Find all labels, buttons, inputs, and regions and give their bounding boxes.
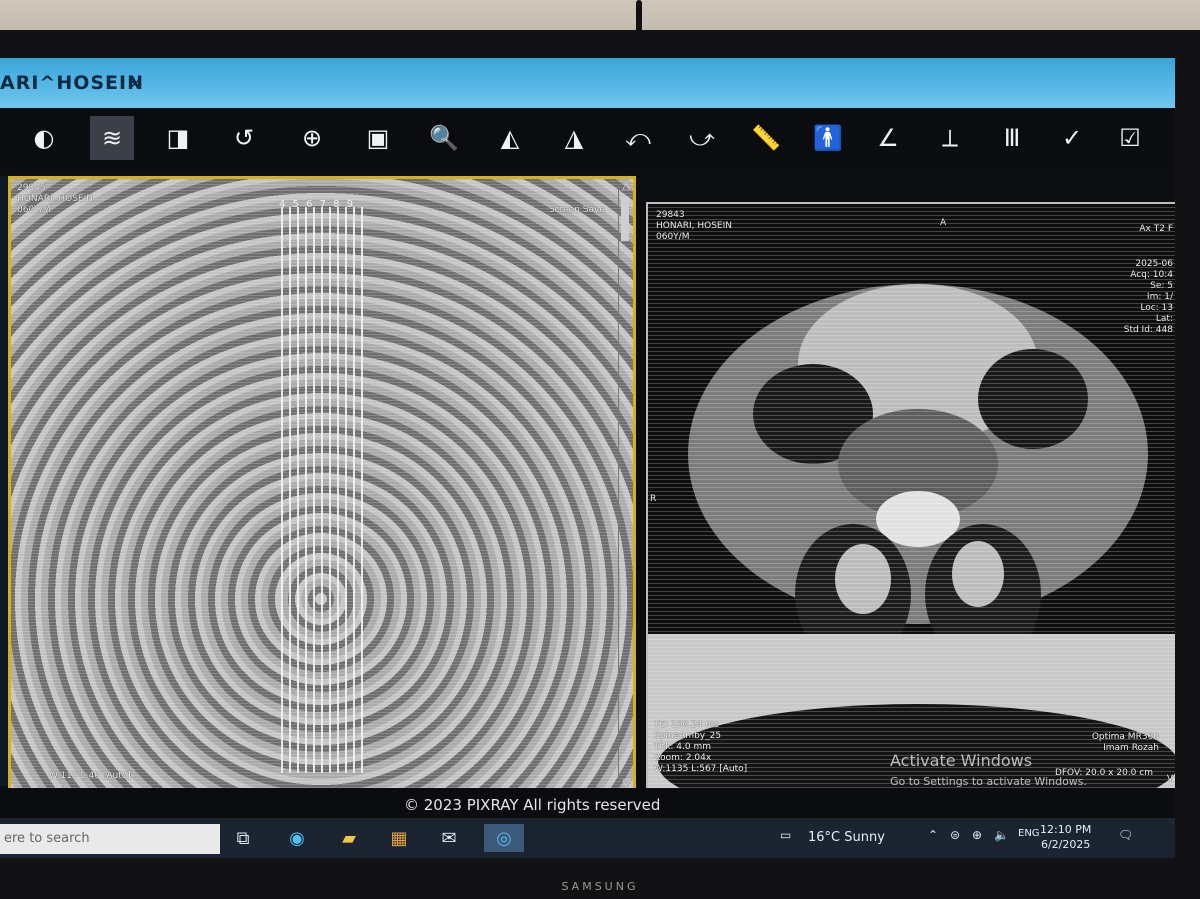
taskbar-search-input[interactable]: ere to search xyxy=(0,824,220,854)
clock-date: 6/2/2025 xyxy=(1040,838,1091,851)
viewport-right[interactable]: 29843 HONARI, HOSEIN 060Y/M A R Ax T2 F … xyxy=(646,202,1175,790)
pixray-app-icon[interactable]: ◎ xyxy=(484,824,524,852)
patient-tab-title[interactable]: ARI^HOSEIN xyxy=(0,72,144,94)
fit-icon[interactable]: ▣ xyxy=(356,116,400,160)
scroll-thumb-left[interactable] xyxy=(621,197,629,241)
patient-id: 29843 xyxy=(656,210,685,220)
patient-age-sex: 060Y/M xyxy=(656,232,690,242)
language-indicator[interactable]: ENG xyxy=(1018,828,1040,839)
patient-name: HONARI, HOSEIN xyxy=(656,221,733,231)
activate-windows-title: Activate Windows xyxy=(890,751,1033,770)
network-icon[interactable]: ⊜ xyxy=(950,828,960,842)
scroll-down-icon[interactable]: V xyxy=(1167,774,1173,785)
flip-horizontal-icon[interactable]: ◭ xyxy=(488,116,532,160)
study-date: 2025-06 xyxy=(1135,259,1173,269)
check-icon[interactable]: ✓ xyxy=(1050,116,1094,160)
screen-save-label[interactable]: Screen Save xyxy=(549,205,605,216)
angle-icon[interactable]: ∠ xyxy=(866,116,910,160)
zoom-in-icon[interactable]: ⊕ xyxy=(290,116,334,160)
slice-thickness: Thk: 4.0 mm xyxy=(654,742,712,752)
windows-taskbar: ere to search ⧉ ◉ ▰ ▦ ✉ ◎ ▭ 16°C Sunny ⌃… xyxy=(0,818,1175,858)
notifications-icon[interactable]: 🗨 xyxy=(1118,828,1133,842)
rotate-icon[interactable]: ↺ xyxy=(222,116,266,160)
store-icon[interactable]: ▦ xyxy=(384,824,414,852)
scrollbar-left[interactable] xyxy=(618,183,631,787)
reference-lines xyxy=(281,207,367,773)
rotate-right-icon[interactable]: ⤻ xyxy=(680,116,724,160)
weather-text[interactable]: 16°C Sunny xyxy=(808,830,885,845)
protocol-name: SpineAmby_25 xyxy=(654,731,722,741)
patient-info-left: 29845 HONARI, HOSEIN 060Y/M xyxy=(17,183,93,216)
orientation-left: R xyxy=(650,494,657,504)
magnifier-icon[interactable]: 🔍 xyxy=(422,116,466,160)
viewport-left[interactable]: 4 5 6 7 8 9 29845 HONARI, HOSEIN 060Y/M … xyxy=(8,176,636,794)
globe-icon[interactable]: ⊕ xyxy=(972,828,982,842)
spine-label-icon[interactable]: Ⅲ xyxy=(990,116,1034,160)
acquisition-params: TE: 100.24 ms SpineAmby_25 Thk: 4.0 mm Z… xyxy=(654,720,747,775)
echo-time: TE: 100.24 ms xyxy=(654,720,719,730)
tab-close-icon[interactable]: × xyxy=(128,74,141,93)
orientation-top: A xyxy=(940,218,947,228)
brightness-icon[interactable]: ◐ xyxy=(22,116,66,160)
rotate-left-icon[interactable]: ⤺ xyxy=(616,116,660,160)
layers-icon[interactable]: ≋ xyxy=(90,116,134,160)
invert-icon[interactable]: ◨ xyxy=(156,116,200,160)
mail-icon[interactable]: ✉ xyxy=(434,824,464,852)
checkbox-icon[interactable]: ☑ xyxy=(1108,116,1152,160)
series-description: Ax T2 F xyxy=(1139,224,1173,234)
study-info-right: Ax T2 F 2025-06 Acq: 10:4 Se: 5 Im: 1/ L… xyxy=(1124,224,1173,336)
slice-location: Loc: 13 xyxy=(1140,303,1173,313)
ruler-icon[interactable]: 📏 xyxy=(744,116,788,160)
taskbar-clock[interactable]: 12:10 PM 6/2/2025 xyxy=(1040,822,1091,852)
window-level-readout: W:1135 L:567 [Auto] xyxy=(654,764,748,774)
series-number: Se: 5 xyxy=(1150,281,1173,291)
flip-vertical-icon[interactable]: ◮ xyxy=(552,116,596,160)
edge-browser-icon[interactable]: ◉ xyxy=(282,824,312,852)
copyright-text: © 2023 PIXRAY All rights reserved xyxy=(404,796,661,814)
reference-line-numbers: 4 5 6 7 8 9 xyxy=(279,199,356,210)
monitor-brand-logo: SAMSUNG xyxy=(561,880,639,893)
activate-windows-subtitle: Go to Settings to activate Windows. xyxy=(890,775,1088,788)
study-id: Std Id: 448 xyxy=(1123,325,1173,335)
window-level-readout: W:115 L:40 [Auto] xyxy=(49,771,131,781)
zoom-level: Zoom: 2.04x xyxy=(654,753,712,763)
screen-scanlines xyxy=(648,204,1175,788)
weather-icon[interactable]: ▭ xyxy=(780,828,791,842)
figure-icon[interactable]: 🚹 xyxy=(806,116,850,160)
cobb-angle-icon[interactable]: ⟂ xyxy=(928,116,972,160)
institution-name: Imam Rozah xyxy=(1103,743,1159,753)
chevron-up-icon[interactable]: ⌃ xyxy=(928,828,938,842)
patient-age-sex: 060Y/M xyxy=(17,205,51,215)
laterality: Lat: xyxy=(1155,314,1173,324)
side-panel-edge xyxy=(0,176,8,786)
scanner-info: Optima MR360 Imam Rozah xyxy=(1092,732,1159,754)
scanner-model: Optima MR360 xyxy=(1091,732,1159,742)
file-explorer-icon[interactable]: ▰ xyxy=(334,824,364,852)
task-view-icon[interactable]: ⧉ xyxy=(228,824,258,852)
patient-tab-bar: ARI^HOSEIN × xyxy=(0,58,1175,108)
screen: ARI^HOSEIN × ? ◐≋◨↺⊕▣🔍◭◮⤺⤻📏🚹∠⟂Ⅲ✓☑ 4 5 6 … xyxy=(0,58,1175,858)
image-number: Im: 1/ xyxy=(1146,292,1173,302)
patient-name: HONARI, HOSEIN xyxy=(17,194,94,204)
scroll-up-icon[interactable]: △ xyxy=(622,181,630,192)
acquisition-time: Acq: 10:4 xyxy=(1130,270,1173,280)
volume-icon[interactable]: 🔈 xyxy=(994,828,1009,842)
toolbar: ◐ ≋ ◨ ↺ ⊕ ▣ 🔍 ◭ ◮ ⤺ ⤻ 📏 🚹 ∠ ⟂ Ⅲ ✓ ☑ xyxy=(0,108,1175,170)
patient-info-right: 29843 HONARI, HOSEIN 060Y/M xyxy=(656,210,732,243)
clock-time: 12:10 PM xyxy=(1040,823,1092,836)
patient-id: 29845 xyxy=(17,183,46,193)
